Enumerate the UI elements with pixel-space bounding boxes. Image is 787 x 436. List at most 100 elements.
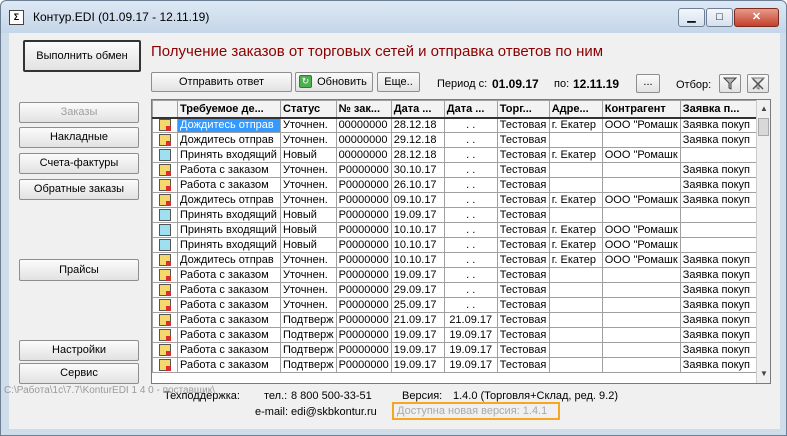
table-cell-shop[interactable]: Тестовая: [496, 342, 550, 358]
table-cell-req[interactable]: Заявка покуп: [679, 132, 763, 148]
table-cell-req[interactable]: [679, 147, 763, 163]
table-cell-date1[interactable]: 21.09.17: [390, 312, 445, 328]
table-cell-date2[interactable]: . .: [443, 282, 498, 298]
table-cell-date2[interactable]: . .: [443, 192, 498, 208]
table-cell-req[interactable]: Заявка покуп: [679, 327, 763, 343]
table-cell-date1[interactable]: 25.09.17: [390, 297, 445, 313]
table-cell-status[interactable]: Уточнен.: [280, 267, 337, 283]
table-cell-action[interactable]: Работа с заказом: [177, 177, 281, 193]
table-cell-status[interactable]: Уточнен.: [280, 132, 337, 148]
column-header[interactable]: Дата ...: [443, 100, 498, 119]
table-cell-addr[interactable]: [548, 132, 603, 148]
table-cell-action[interactable]: Дождитесь отправ: [177, 117, 281, 133]
table-cell-req[interactable]: Заявка покуп: [679, 192, 763, 208]
table-cell-shop[interactable]: Тестовая: [496, 222, 550, 238]
table-cell-date1[interactable]: 26.10.17: [390, 177, 445, 193]
table-cell-addr[interactable]: [548, 267, 603, 283]
table-cell-date2[interactable]: . .: [443, 297, 498, 313]
table-cell-date2[interactable]: 19.09.17: [443, 327, 498, 343]
exchange-button[interactable]: Выполнить обмен: [23, 40, 141, 72]
maximize-button[interactable]: □: [706, 8, 733, 27]
column-header[interactable]: Торг...: [496, 100, 550, 119]
column-header[interactable]: Статус: [280, 100, 337, 119]
orders-table[interactable]: Требуемое де... Статус № зак... Дата ...…: [151, 99, 771, 384]
table-row[interactable]: Работа с заказом Уточнен. Р0000000 29.09.17…: [152, 282, 763, 298]
table-cell-date1[interactable]: 29.09.17: [390, 282, 445, 298]
table-cell-action[interactable]: Работа с заказом: [177, 282, 281, 298]
table-cell-addr[interactable]: [548, 342, 603, 358]
period-select-button[interactable]: ...: [636, 74, 660, 93]
table-cell-action[interactable]: Работа с заказом: [177, 327, 281, 343]
scroll-down-icon[interactable]: ▼: [757, 367, 770, 381]
table-cell-addr[interactable]: г. Екатер: [548, 237, 603, 253]
table-cell-contr[interactable]: [601, 357, 681, 373]
table-cell-num[interactable]: Р0000000: [335, 357, 392, 373]
table-cell-status[interactable]: Подтверж: [280, 342, 337, 358]
table-cell-shop[interactable]: Тестовая: [496, 282, 550, 298]
column-header[interactable]: [152, 100, 178, 119]
table-row[interactable]: Работа с заказом Уточнен. Р0000000 19.09.17…: [152, 267, 763, 283]
table-cell-date1[interactable]: 19.09.17: [390, 327, 445, 343]
table-cell-num[interactable]: Р0000000: [335, 252, 392, 268]
table-cell-date2[interactable]: . .: [443, 237, 498, 253]
send-answer-button[interactable]: Отправить ответ: [151, 72, 292, 92]
table-cell-addr[interactable]: г. Екатер: [548, 222, 603, 238]
more-button[interactable]: Еще..: [377, 72, 420, 92]
table-cell-contr[interactable]: ООО "Ромашк: [601, 237, 681, 253]
table-cell-status[interactable]: Новый: [280, 207, 337, 223]
table-cell-date1[interactable]: 28.12.18: [390, 147, 445, 163]
invoices-button[interactable]: Накладные: [19, 127, 139, 148]
table-cell-date1[interactable]: 09.10.17: [390, 192, 445, 208]
table-cell-status[interactable]: Уточнен.: [280, 192, 337, 208]
table-cell-contr[interactable]: ООО "Ромашк: [601, 147, 681, 163]
table-cell-status[interactable]: Подтверж: [280, 312, 337, 328]
table-cell-req[interactable]: Заявка покуп: [679, 267, 763, 283]
table-cell-date1[interactable]: 30.10.17: [390, 162, 445, 178]
table-cell-status[interactable]: Новый: [280, 222, 337, 238]
scroll-thumb[interactable]: [758, 118, 769, 136]
table-cell-date2[interactable]: . .: [443, 162, 498, 178]
table-cell-shop[interactable]: Тестовая: [496, 132, 550, 148]
table-cell-action[interactable]: Принять входящий: [177, 222, 281, 238]
table-cell-contr[interactable]: ООО "Ромашк: [601, 252, 681, 268]
table-cell-shop[interactable]: Тестовая: [496, 267, 550, 283]
table-cell-shop[interactable]: Тестовая: [496, 327, 550, 343]
table-cell-action[interactable]: Работа с заказом: [177, 267, 281, 283]
table-cell-req[interactable]: Заявка покуп: [679, 282, 763, 298]
table-cell-date2[interactable]: . .: [443, 267, 498, 283]
table-cell-shop[interactable]: Тестовая: [496, 177, 550, 193]
table-row[interactable]: Принять входящий Новый Р0000000 19.09.17. .…: [152, 207, 763, 223]
column-header[interactable]: Дата ...: [390, 100, 445, 119]
table-row[interactable]: Принять входящий Новый Р0000000 10.10.17. .…: [152, 237, 763, 253]
table-cell-num[interactable]: Р0000000: [335, 297, 392, 313]
table-cell-shop[interactable]: Тестовая: [496, 162, 550, 178]
table-cell-status[interactable]: Новый: [280, 237, 337, 253]
schet-factury-button[interactable]: Счета-фактуры: [19, 153, 139, 174]
table-cell-contr[interactable]: ООО "Ромашк: [601, 117, 681, 133]
table-cell-date1[interactable]: 10.10.17: [390, 222, 445, 238]
email-address[interactable]: edi@skbkontur.ru: [291, 406, 377, 418]
refresh-button[interactable]: ↻ Обновить: [295, 72, 373, 92]
table-cell-date2[interactable]: . .: [443, 252, 498, 268]
table-cell-num[interactable]: Р0000000: [335, 222, 392, 238]
table-cell-status[interactable]: Уточнен.: [280, 117, 337, 133]
table-cell-date2[interactable]: 19.09.17: [443, 357, 498, 373]
table-cell-contr[interactable]: [601, 327, 681, 343]
vertical-scrollbar[interactable]: ▲ ▼: [756, 100, 770, 383]
table-cell-date1[interactable]: 10.10.17: [390, 252, 445, 268]
table-cell-action[interactable]: Работа с заказом: [177, 162, 281, 178]
table-cell-contr[interactable]: ООО "Ромашк: [601, 192, 681, 208]
table-cell-num[interactable]: 00000000: [335, 132, 392, 148]
return-orders-button[interactable]: Обратные заказы: [19, 179, 139, 200]
close-button[interactable]: ✕: [734, 8, 779, 27]
table-cell-shop[interactable]: Тестовая: [496, 192, 550, 208]
table-cell-status[interactable]: Уточнен.: [280, 162, 337, 178]
table-cell-num[interactable]: Р0000000: [335, 327, 392, 343]
table-cell-shop[interactable]: Тестовая: [496, 207, 550, 223]
table-cell-num[interactable]: Р0000000: [335, 192, 392, 208]
table-cell-contr[interactable]: [601, 297, 681, 313]
table-row[interactable]: Работа с заказом Уточнен. Р0000000 26.10.17…: [152, 177, 763, 193]
table-cell-action[interactable]: Работа с заказом: [177, 342, 281, 358]
table-cell-date1[interactable]: 19.09.17: [390, 267, 445, 283]
table-cell-req[interactable]: Заявка покуп: [679, 312, 763, 328]
